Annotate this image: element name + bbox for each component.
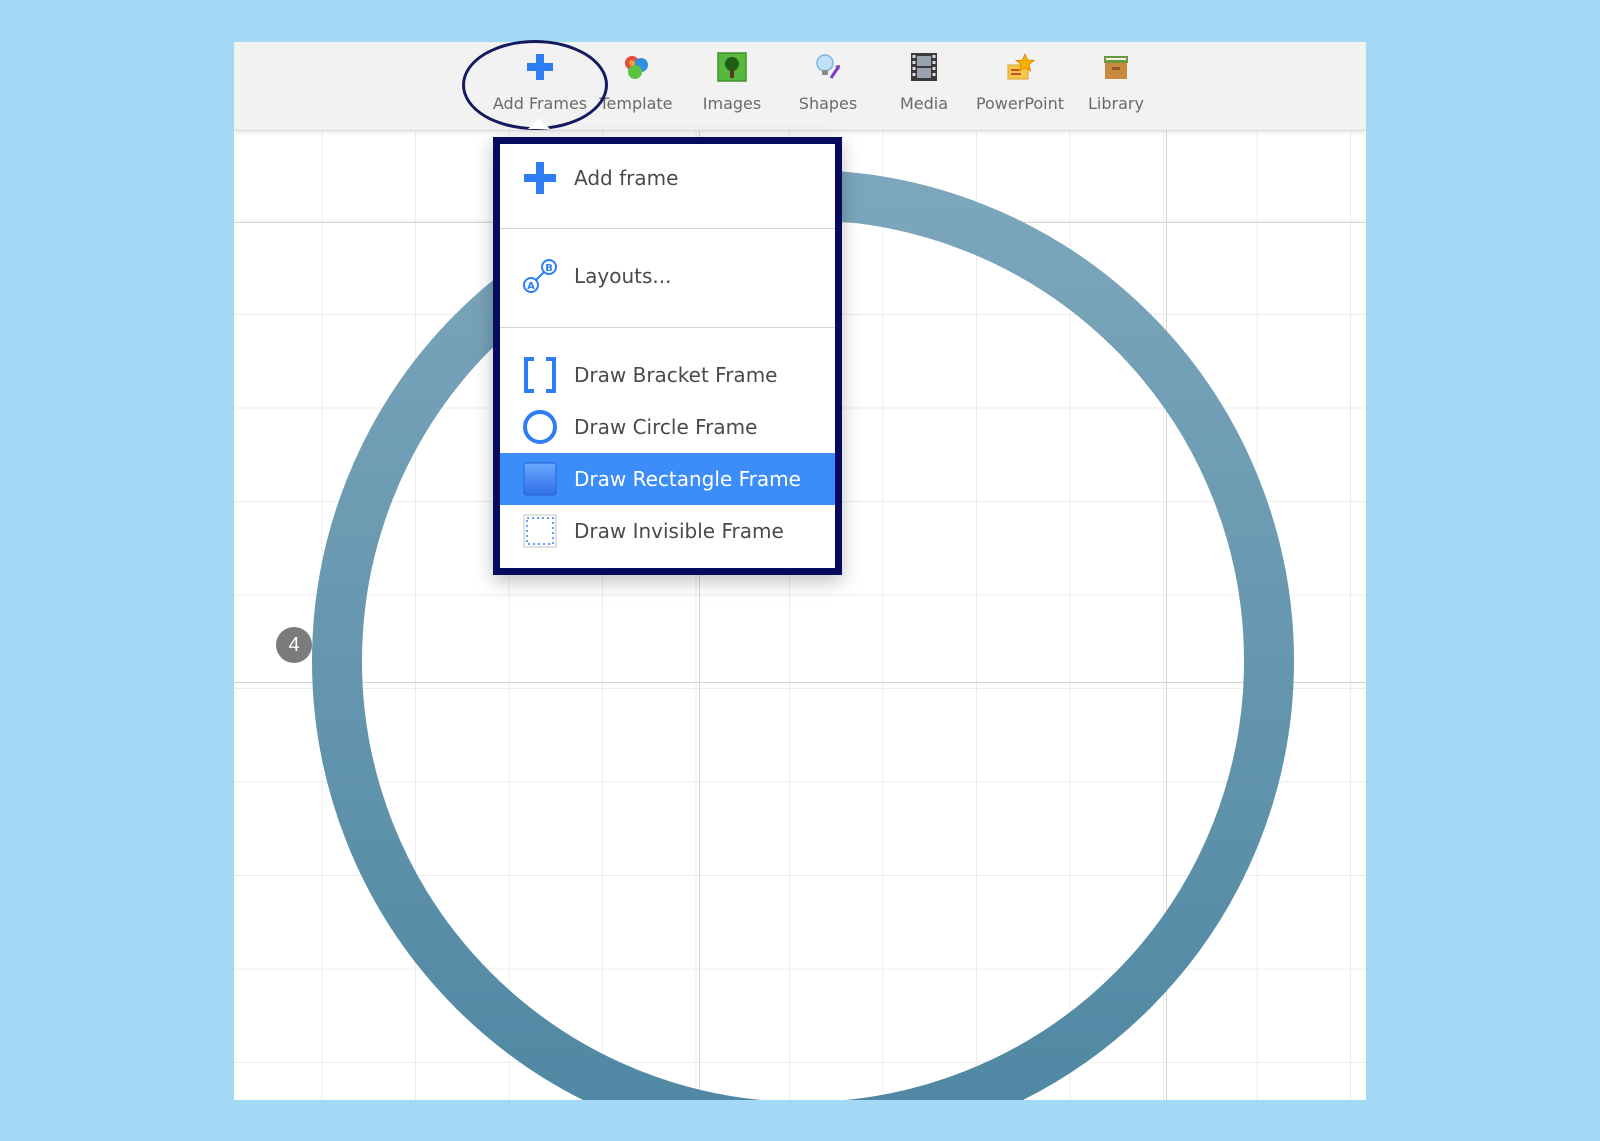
menu-divider [500, 327, 835, 328]
svg-text:B: B [545, 263, 553, 274]
add-frames-button[interactable]: Add Frames [492, 50, 588, 126]
menu-item-label: Draw Rectangle Frame [574, 467, 801, 491]
menu-item-add-frame[interactable]: Add frame [500, 152, 835, 204]
color-circles-icon [619, 50, 653, 84]
tool-label: Template [599, 94, 673, 113]
tool-label: PowerPoint [975, 94, 1065, 113]
powerpoint-button[interactable]: PowerPoint [972, 50, 1068, 126]
menu-item-draw-bracket-frame[interactable]: Draw Bracket Frame [500, 349, 835, 401]
rectangle-frame-icon [520, 459, 560, 499]
library-button[interactable]: Library [1068, 50, 1164, 126]
menu-item-draw-invisible-frame[interactable]: Draw Invisible Frame [500, 505, 835, 557]
dropdown-caret [528, 118, 550, 129]
tool-label: Media [899, 94, 949, 113]
media-button[interactable]: Media [876, 50, 972, 126]
powerpoint-star-icon [1003, 50, 1037, 84]
tree-image-icon [715, 50, 749, 84]
archive-box-icon [1099, 50, 1133, 84]
template-button[interactable]: Template [588, 50, 684, 126]
tool-label: Add Frames [492, 94, 588, 113]
lightbulb-shapes-icon [811, 50, 845, 84]
menu-item-draw-circle-frame[interactable]: Draw Circle Frame [500, 401, 835, 453]
menu-item-label: Draw Circle Frame [574, 415, 758, 439]
plus-icon [520, 158, 560, 198]
menu-item-label: Draw Bracket Frame [574, 363, 778, 387]
svg-text:A: A [527, 281, 535, 292]
menu-item-label: Layouts... [574, 264, 672, 288]
frame-number-badge[interactable]: 4 [276, 627, 312, 663]
tool-label: Library [1088, 94, 1144, 113]
top-toolbar: Add Frames Template Images Shapes Media … [234, 42, 1366, 131]
invisible-frame-icon [520, 511, 560, 551]
circle-frame-icon [520, 407, 560, 447]
film-strip-icon [907, 50, 941, 84]
shapes-button[interactable]: Shapes [780, 50, 876, 126]
menu-item-label: Add frame [574, 166, 679, 190]
layouts-ab-icon: A B [520, 256, 560, 296]
menu-divider [500, 228, 835, 229]
images-button[interactable]: Images [684, 50, 780, 126]
add-frames-dropdown: Add frame A B Layouts... Draw Bracket Fr… [493, 137, 842, 575]
tool-label: Images [702, 94, 762, 113]
tool-label: Shapes [798, 94, 858, 113]
plus-icon [523, 50, 557, 84]
menu-item-label: Draw Invisible Frame [574, 519, 784, 543]
bracket-frame-icon [520, 355, 560, 395]
menu-item-draw-rectangle-frame[interactable]: Draw Rectangle Frame [500, 453, 835, 505]
menu-item-layouts[interactable]: A B Layouts... [500, 250, 835, 302]
